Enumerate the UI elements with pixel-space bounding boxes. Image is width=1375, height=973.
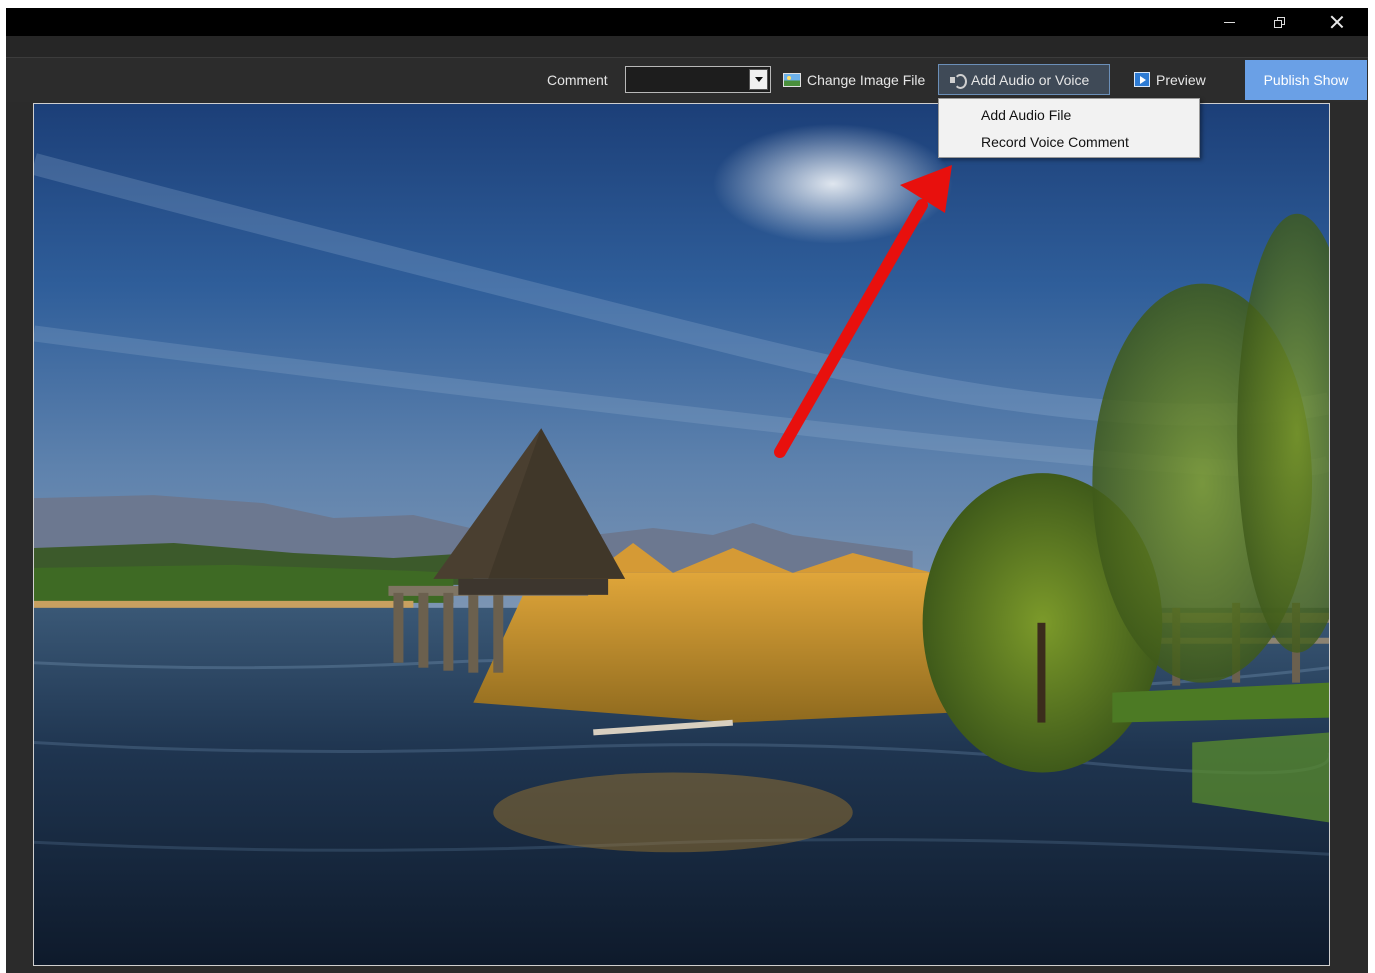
publish-show-button[interactable]: Publish Show [1245,60,1367,100]
slide-toolbar: Comment Change Image File Add Audio or V… [6,58,1368,102]
play-icon [1134,72,1150,87]
add-audio-or-voice-button[interactable]: Add Audio or Voice [938,64,1110,95]
restore-icon [1273,16,1285,28]
close-button[interactable] [1314,8,1360,36]
minimize-icon [1223,21,1235,23]
add-audio-dropdown-menu: Add Audio File Record Voice Comment [938,98,1200,158]
restore-button[interactable] [1256,8,1302,36]
audio-icon [949,73,967,89]
change-image-label: Change Image File [807,71,926,88]
image-icon [783,72,801,87]
change-image-file-button[interactable]: Change Image File [783,64,925,95]
close-icon [1330,15,1344,29]
slide-image-preview [33,103,1330,966]
menu-item-add-audio-file[interactable]: Add Audio File [939,102,1199,128]
minimize-button[interactable] [1206,8,1252,36]
title-bar [6,8,1368,36]
preview-button[interactable]: Preview [1134,64,1206,95]
comment-dropdown-button[interactable] [749,69,768,90]
chevron-down-icon [754,77,763,82]
menu-item-record-voice-comment[interactable]: Record Voice Comment [939,129,1199,155]
menu-strip [6,36,1368,58]
app-window: Comment Change Image File Add Audio or V… [6,8,1368,973]
add-audio-label: Add Audio or Voice [971,71,1090,88]
comment-combobox[interactable] [625,66,771,93]
preview-label: Preview [1156,71,1206,88]
comment-label: Comment [547,72,608,88]
landscape-photo [34,104,1329,965]
